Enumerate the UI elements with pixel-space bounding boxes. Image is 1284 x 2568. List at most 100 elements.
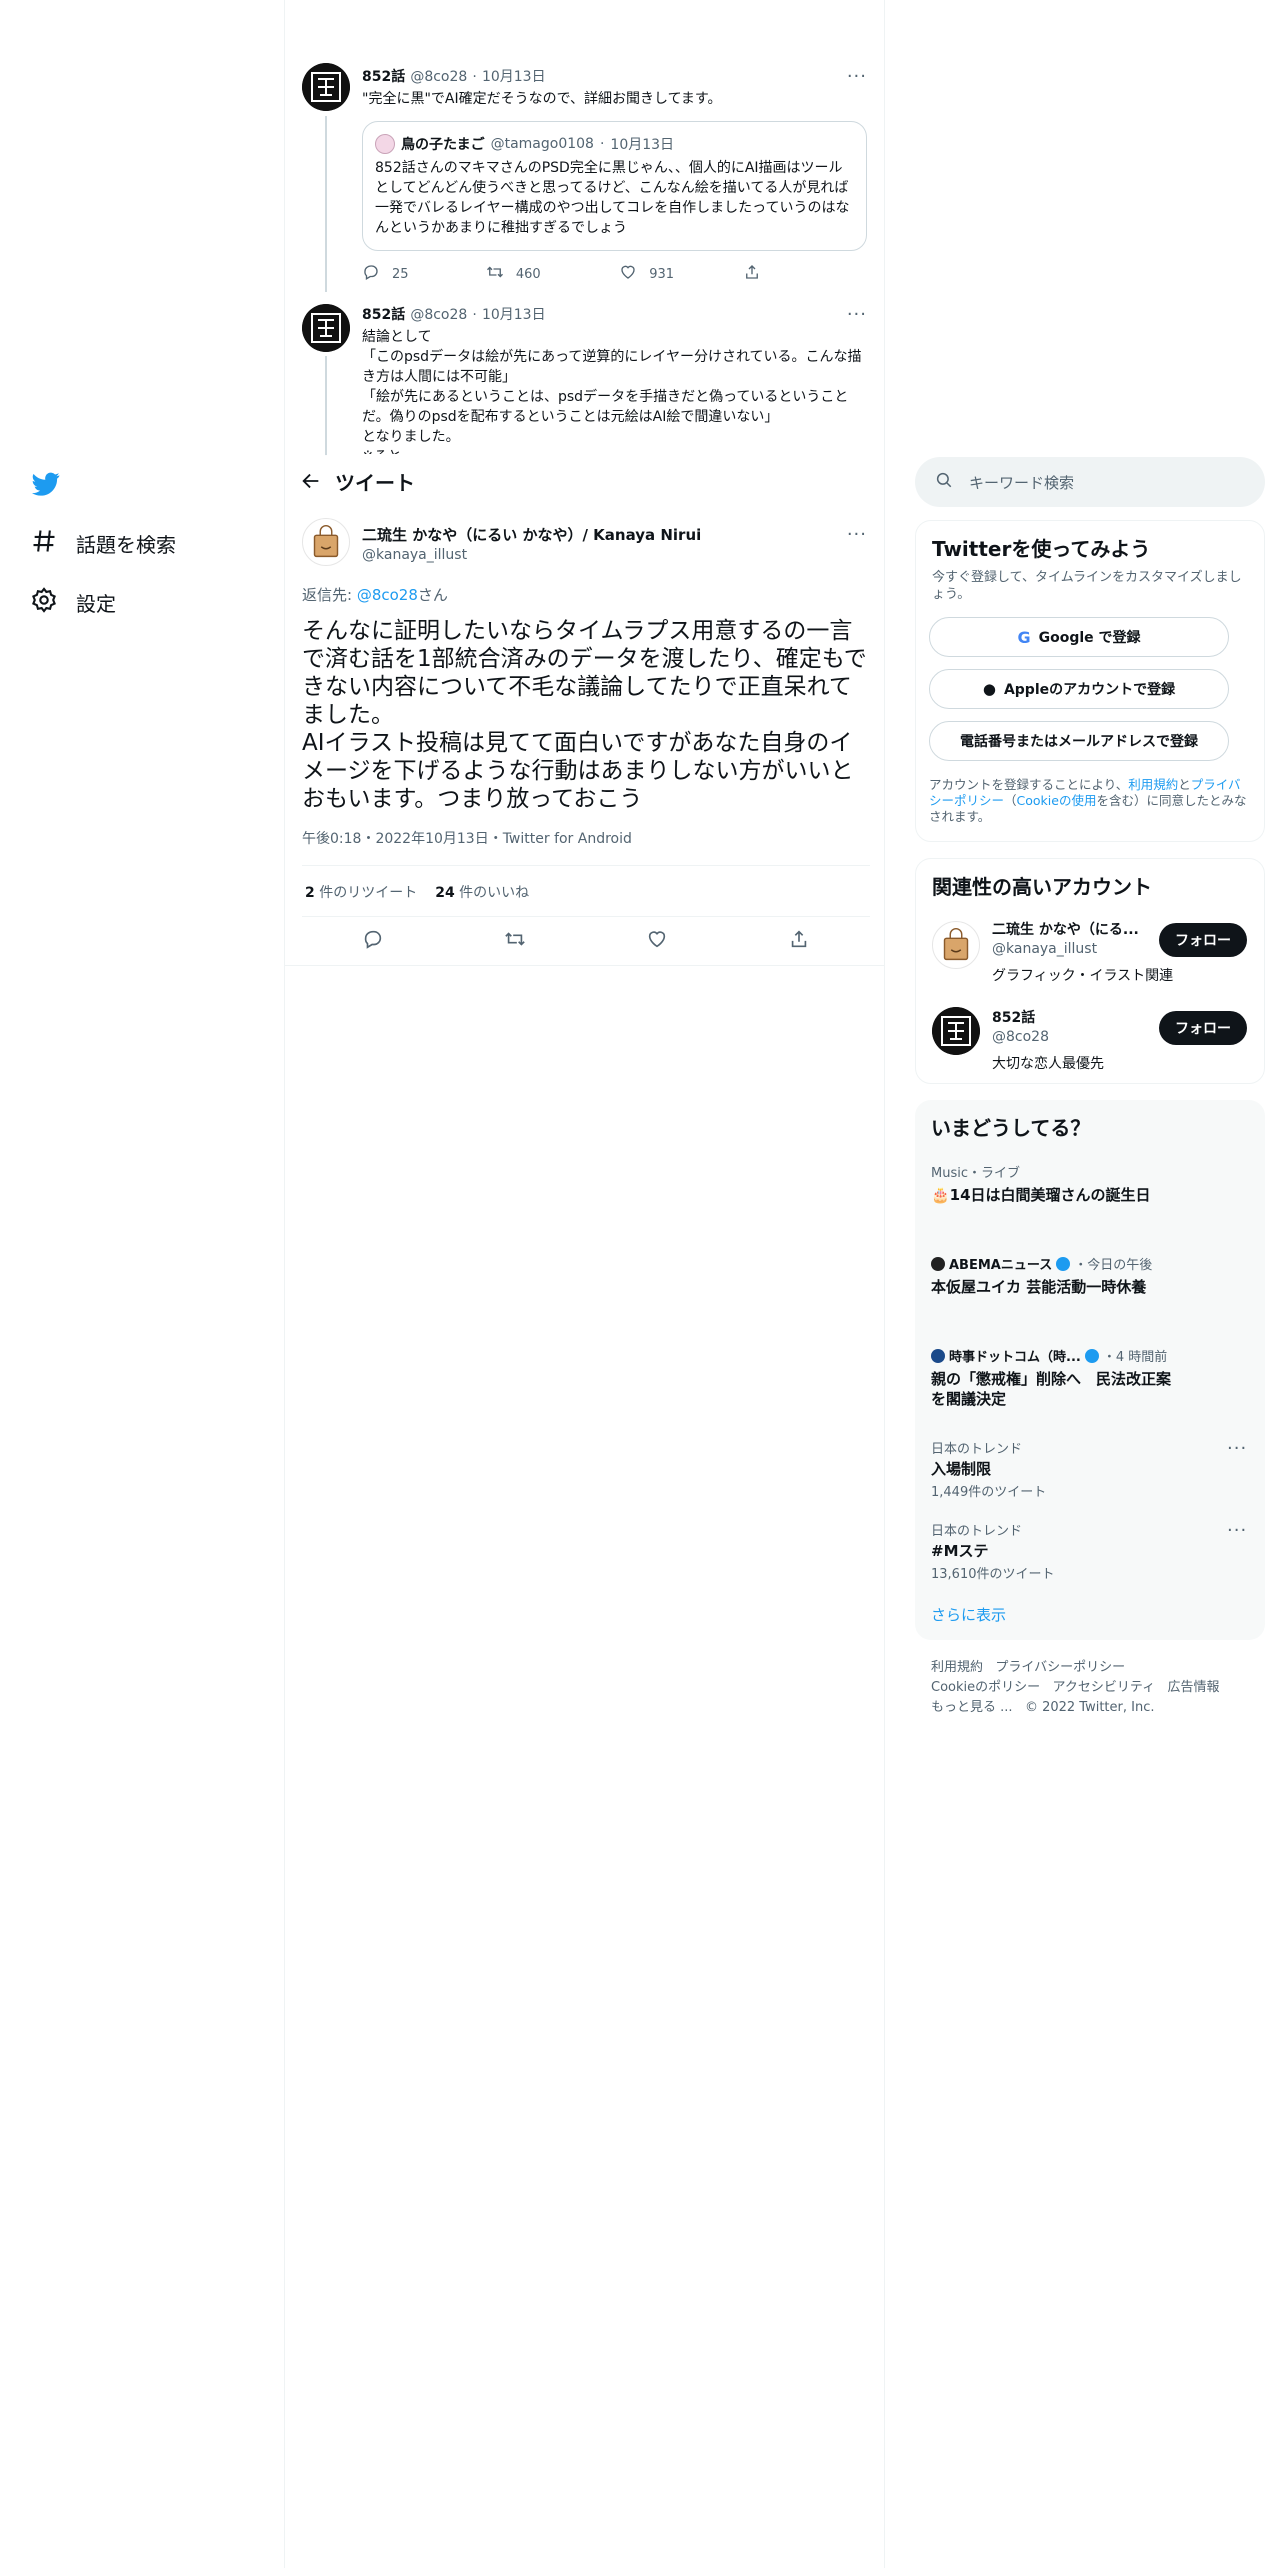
gear-icon (30, 586, 58, 619)
trend-title: 🎂14日は白間美瑠さんの誕生日 (931, 1186, 1151, 1204)
avatar[interactable] (932, 921, 980, 969)
main-tweet-timestamp[interactable]: 午後0:18・2022年10月13日・Twitter for Android (302, 828, 632, 848)
tweet-author-name[interactable]: 852話 (362, 69, 405, 85)
phone-signup-button[interactable]: 電話番号またはメールアドレスで登録 (929, 721, 1229, 761)
main-tweet-text: そんなに証明したいならタイムラプス用意するの一言で済む話を1部統合済みのデータを… (302, 618, 867, 812)
tweet-1[interactable]: 852話 @8co28 · 10月13日 ··· "完全に黒"でAI確定だそうな… (362, 66, 867, 285)
page-title: ツイート (335, 471, 415, 495)
reply-button[interactable]: 25 (362, 263, 486, 285)
tweet-author-handle[interactable]: @8co28 (410, 307, 467, 323)
follow-button[interactable]: フォロー (1159, 923, 1247, 957)
trend-category: 日本のトレンド (931, 1524, 1023, 1539)
like-stat-label: 件のいいね (459, 885, 530, 901)
like-button[interactable] (646, 928, 668, 954)
share-button[interactable] (788, 928, 810, 954)
account-bio: 大切な恋人最優先 (992, 1056, 1104, 1072)
main-tweet-author-handle[interactable]: @kanaya_illust (362, 547, 701, 563)
show-more-link[interactable]: さらに表示 (931, 1604, 1006, 1625)
more-icon[interactable]: ··· (847, 304, 867, 325)
twitter-logo-icon[interactable] (30, 470, 62, 502)
trends-card: いまどうしてる？ Music・ライブ 🎂14日は白間美瑠さんの誕生日 ABEMA… (915, 1100, 1265, 1640)
signup-title: Twitterを使ってみよう (932, 537, 1151, 561)
share-icon (743, 263, 761, 285)
quote-date: 10月13日 (610, 137, 675, 153)
main-tweet-actions (302, 928, 870, 954)
main-tweet-author-name[interactable]: 二琉生 かなや（にるい かなや）/ Kanaya Nirui (362, 524, 701, 545)
follow-button[interactable]: フォロー (1159, 1011, 1247, 1045)
retweet-stat-label: 件のリツイート (319, 885, 418, 901)
hashtag-icon (30, 527, 58, 560)
retweet-count: 460 (515, 266, 541, 282)
nav-settings[interactable]: 設定 (30, 586, 116, 619)
retweet-button[interactable] (504, 928, 526, 954)
tweet-text: "完全に黒"でAI確定だそうなので、詳細お聞きしてます。 (362, 91, 722, 107)
retweet-stat[interactable]: 2 件のリツイート (305, 882, 417, 902)
cookie-link[interactable]: Cookieの使用 (1017, 793, 1097, 808)
reply-icon (364, 930, 382, 949)
source-avatar (931, 1348, 945, 1363)
account-bio: グラフィック・イラスト関連 (992, 968, 1174, 984)
like-button[interactable]: 931 (619, 263, 743, 285)
divider (302, 916, 870, 917)
trend-item[interactable]: ABEMAニュース ・今日の午後 本仮屋ユイカ 芸能活動一時休養 (931, 1254, 1249, 1297)
tweet-author-name[interactable]: 852話 (362, 307, 405, 323)
more-icon[interactable]: ··· (847, 66, 867, 87)
phone-signup-label: 電話番号またはメールアドレスで登録 (960, 734, 1198, 750)
trend-item[interactable]: 日本のトレンド 入場制限 1,449件のツイート (931, 1438, 1249, 1500)
tweet-author-handle[interactable]: @8co28 (410, 69, 467, 85)
tweet-2[interactable]: 852話 @8co28 · 10月13日 ··· 結論として 「このpsdデータ… (362, 304, 867, 454)
main-tweet-stats: 2 件のリツイート 24 件のいいね (305, 882, 529, 902)
more-icon[interactable]: ··· (847, 524, 867, 563)
reply-count: 25 (392, 266, 409, 282)
back-arrow-icon[interactable] (300, 470, 322, 496)
trend-title: #Mステ (931, 1542, 989, 1560)
reply-button[interactable] (362, 928, 384, 954)
nav-settings-label: 設定 (76, 592, 116, 616)
trend-category: Music・ライブ (931, 1166, 1020, 1181)
footer-ads-link[interactable]: 広告情報 (1168, 1680, 1220, 1695)
account-info[interactable]: 852話 @8co28 大切な恋人最優先 (992, 1007, 1152, 1073)
quote-tweet[interactable]: 鳥の子たまご @tamago0108 · 10月13日 852話さんのマキマさん… (362, 121, 867, 251)
divider (302, 865, 870, 866)
share-icon (791, 930, 807, 948)
footer-more-link[interactable]: もっと見る ... (931, 1700, 1013, 1715)
tweet-date[interactable]: 10月13日 (482, 69, 546, 85)
quote-author-handle: @tamago0108 (490, 136, 594, 152)
share-button[interactable] (743, 263, 867, 285)
tweet-date[interactable]: 10月13日 (482, 307, 546, 323)
trend-item[interactable]: Music・ライブ 🎂14日は白間美瑠さんの誕生日 (931, 1162, 1249, 1205)
retweet-button[interactable]: 460 (486, 263, 619, 285)
more-icon[interactable]: ··· (1227, 1438, 1247, 1459)
search-input[interactable]: キーワード検索 (969, 472, 1074, 493)
quote-author-name: 鳥の子たまご (401, 137, 485, 153)
account-name: 852話 (992, 1010, 1036, 1026)
google-signup-label: Google で登録 (1038, 630, 1141, 646)
avatar[interactable] (302, 304, 350, 352)
google-signup-button[interactable]: G Google で登録 (929, 617, 1229, 657)
search-box[interactable]: キーワード検索 (915, 457, 1265, 507)
avatar[interactable] (302, 63, 350, 111)
footer-copyright: © 2022 Twitter, Inc. (1024, 1700, 1155, 1715)
nav-explore[interactable]: 話題を検索 (30, 527, 176, 560)
left-sidebar: 話題を検索 設定 (0, 0, 285, 2568)
apple-signup-button[interactable]: ● Appleのアカウントで登録 (929, 669, 1229, 709)
footer-terms-link[interactable]: 利用規約 (931, 1660, 983, 1675)
trend-item[interactable]: 日本のトレンド #Mステ 13,610件のツイート (931, 1520, 1249, 1582)
footer-accessibility-link[interactable]: アクセシビリティ (1053, 1680, 1156, 1695)
terms-link[interactable]: 利用規約 (1128, 777, 1178, 792)
relevant-accounts-card: 関連性の高いアカウント 二琉生 かなや（にる... @kanaya_illust… (915, 858, 1265, 1084)
account-name: 二琉生 かなや（にる... (992, 922, 1139, 938)
like-stat[interactable]: 24 件のいいね (435, 882, 529, 902)
trend-title: 親の「懲戒権」削除へ 民法改正案を閣議決定 (931, 1370, 1172, 1408)
footer-cookie-link[interactable]: Cookieのポリシー (931, 1680, 1040, 1695)
apple-icon: ● (982, 680, 996, 698)
reply-to-link[interactable]: @8co28 (357, 586, 418, 604)
avatar[interactable] (302, 518, 350, 566)
account-info[interactable]: 二琉生 かなや（にる... @kanaya_illust グラフィック・イラスト… (992, 919, 1174, 985)
reply-icon (362, 263, 380, 285)
avatar[interactable] (932, 1007, 980, 1055)
trend-item[interactable]: 時事ドットコム（時... ・4 時間前 親の「懲戒権」削除へ 民法改正案を閣議決… (931, 1346, 1181, 1409)
google-icon: G (1017, 627, 1031, 647)
footer-privacy-link[interactable]: プライバシーポリシー (995, 1660, 1125, 1675)
more-icon[interactable]: ··· (1227, 1520, 1247, 1541)
